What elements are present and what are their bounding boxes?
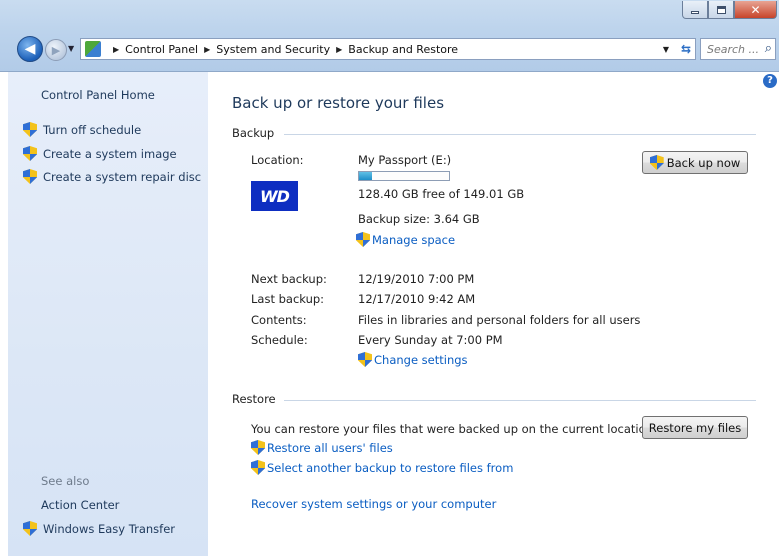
next-backup-label: Next backup: (251, 272, 327, 286)
search-box[interactable]: Search ... ⌕ (700, 38, 776, 60)
breadcrumb-backup-and-restore[interactable]: Backup and Restore (348, 43, 458, 56)
breadcrumb-control-panel[interactable]: Control Panel (125, 43, 198, 56)
back-up-now-label: Back up now (666, 155, 741, 170)
contents-label: Contents: (251, 313, 307, 327)
turn-off-schedule-link[interactable]: Turn off schedule (23, 122, 141, 137)
back-up-now-button[interactable]: Back up now (642, 151, 748, 174)
manage-space-link[interactable]: Manage space (356, 232, 455, 247)
minimize-button[interactable] (682, 1, 708, 19)
page-title: Back up or restore your files (232, 94, 445, 112)
contents-value: Files in libraries and personal folders … (358, 313, 641, 327)
breadcrumb-arrow-icon[interactable]: ▶ (113, 45, 119, 54)
uac-shield-icon (23, 122, 37, 137)
task-label: Windows Easy Transfer (43, 521, 175, 536)
create-system-image-link[interactable]: Create a system image (23, 146, 177, 161)
action-center-link[interactable]: Action Center (41, 498, 119, 512)
refresh-icon[interactable]: ⇆ (681, 42, 691, 56)
uac-shield-icon (251, 440, 265, 455)
back-arrow-icon: ◀ (24, 41, 36, 57)
backup-size-text: Backup size: 3.64 GB (358, 212, 480, 226)
help-icon[interactable]: ? (763, 74, 777, 88)
uac-shield-icon (23, 169, 37, 184)
maximize-icon (716, 5, 726, 14)
restore-description: You can restore your files that were bac… (251, 422, 657, 436)
backup-section-divider (284, 134, 756, 135)
restore-section-divider (284, 400, 756, 401)
breadcrumb-arrow-icon[interactable]: ▶ (336, 45, 342, 54)
restore-my-files-button[interactable]: Restore my files (642, 416, 748, 439)
uac-shield-icon (251, 460, 265, 475)
drive-usage-fill (359, 172, 372, 180)
control-panel-home-link[interactable]: Control Panel Home (41, 88, 155, 102)
navigation-bar: ◀ ▶ ▼ ▶ Control Panel ▶ System and Secur… (0, 32, 779, 64)
windows-easy-transfer-link[interactable]: Windows Easy Transfer (23, 521, 175, 536)
breadcrumb-arrow-icon[interactable]: ▶ (204, 45, 210, 54)
address-dropdown-icon[interactable]: ▼ (663, 45, 669, 54)
search-input[interactable]: Search ... (707, 43, 759, 56)
select-another-backup-label: Select another backup to restore files f… (267, 460, 514, 475)
create-system-repair-disc-link[interactable]: Create a system repair disc (23, 169, 201, 184)
see-also-heading: See also (41, 474, 90, 488)
change-settings-label: Change settings (374, 352, 468, 367)
control-panel-icon (85, 41, 101, 57)
free-space-text: 128.40 GB free of 149.01 GB (358, 187, 525, 201)
wd-drive-logo: WD (251, 181, 298, 211)
uac-shield-icon (23, 146, 37, 161)
restore-section-heading: Restore (232, 392, 276, 406)
drive-usage-bar (358, 171, 450, 181)
restore-my-files-label: Restore my files (648, 420, 742, 435)
main-pane: ? Back up or restore your files Backup L… (208, 72, 779, 556)
task-label: Create a system repair disc (43, 169, 202, 184)
uac-shield-icon (356, 232, 370, 247)
next-backup-value: 12/19/2010 7:00 PM (358, 272, 475, 286)
recover-system-settings-link[interactable]: Recover system settings or your computer (251, 497, 496, 511)
address-bar[interactable]: ▶ Control Panel ▶ System and Security ▶ … (80, 38, 696, 60)
change-settings-link[interactable]: Change settings (358, 352, 468, 367)
location-label: Location: (251, 153, 304, 167)
uac-shield-icon (23, 521, 37, 536)
forward-button[interactable]: ▶ (45, 39, 67, 61)
breadcrumb-system-and-security[interactable]: System and Security (216, 43, 330, 56)
close-icon: ✕ (750, 2, 761, 17)
task-label: Turn off schedule (43, 122, 142, 137)
close-button[interactable]: ✕ (734, 1, 777, 19)
backup-section-heading: Backup (232, 126, 275, 140)
minimize-icon (691, 11, 699, 14)
caption-buttons: ✕ (682, 1, 777, 19)
recent-pages-dropdown[interactable]: ▼ (68, 44, 74, 53)
select-another-backup-link[interactable]: Select another backup to restore files f… (251, 460, 513, 475)
schedule-value: Every Sunday at 7:00 PM (358, 333, 503, 347)
maximize-button[interactable] (708, 1, 734, 19)
restore-all-users-files-link[interactable]: Restore all users' files (251, 440, 393, 455)
last-backup-value: 12/17/2010 9:42 AM (358, 292, 476, 306)
last-backup-label: Last backup: (251, 292, 325, 306)
forward-arrow-icon: ▶ (51, 43, 61, 57)
uac-shield-icon (649, 155, 664, 170)
back-button[interactable]: ◀ (17, 36, 43, 62)
left-pane: Control Panel Home Turn off schedule Cre… (8, 72, 208, 556)
restore-all-users-label: Restore all users' files (267, 440, 393, 455)
search-icon[interactable]: ⌕ (765, 41, 772, 56)
schedule-label: Schedule: (251, 333, 308, 347)
manage-space-label: Manage space (372, 232, 456, 247)
window-chrome: ✕ ◀ ▶ ▼ ▶ Control Panel ▶ System and Sec… (0, 0, 779, 72)
task-label: Create a system image (43, 146, 177, 161)
chevron-down-icon: ▼ (68, 44, 75, 53)
uac-shield-icon (358, 352, 372, 367)
location-value: My Passport (E:) (358, 153, 452, 167)
